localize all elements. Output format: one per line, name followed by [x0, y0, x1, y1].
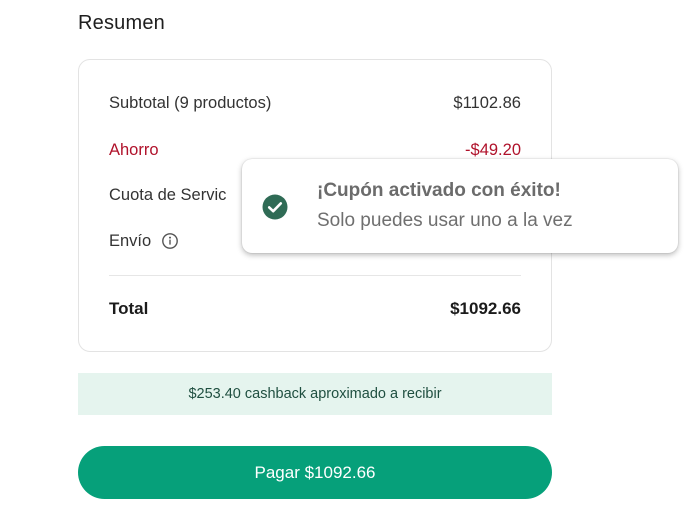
subtotal-row: Subtotal (9 productos) $1102.86 — [109, 91, 521, 115]
summary-title: Resumen — [78, 12, 165, 34]
shipping-label: Envío — [109, 231, 152, 250]
subtotal-value: $1102.86 — [453, 93, 521, 112]
cashback-text: $253.40 cashback aproximado a recibir — [188, 386, 442, 402]
savings-value: -$49.20 — [465, 140, 521, 159]
service-fee-label: Cuota de Servic — [109, 185, 227, 204]
pay-button[interactable]: Pagar $1092.66 — [78, 446, 552, 499]
coupon-toast: ¡Cupón activado con éxito! Solo puedes u… — [242, 159, 678, 253]
savings-label: Ahorro — [109, 140, 159, 159]
shipping-label-wrap: Envío — [109, 232, 179, 251]
summary-divider — [109, 275, 521, 276]
total-row: Total $1092.66 — [109, 297, 521, 321]
toast-message: Solo puedes usar uno a la vez — [317, 210, 573, 231]
subtotal-label: Subtotal (9 productos) — [109, 93, 272, 112]
cashback-banner: $253.40 cashback aproximado a recibir — [78, 373, 552, 415]
total-value: $1092.66 — [450, 299, 521, 318]
check-circle-icon — [262, 194, 288, 220]
info-icon[interactable] — [161, 232, 179, 250]
total-label: Total — [109, 299, 149, 318]
checkout-summary-page: Resumen Subtotal (9 productos) $1102.86 … — [0, 0, 696, 514]
toast-title: ¡Cupón activado con éxito! — [317, 180, 561, 201]
